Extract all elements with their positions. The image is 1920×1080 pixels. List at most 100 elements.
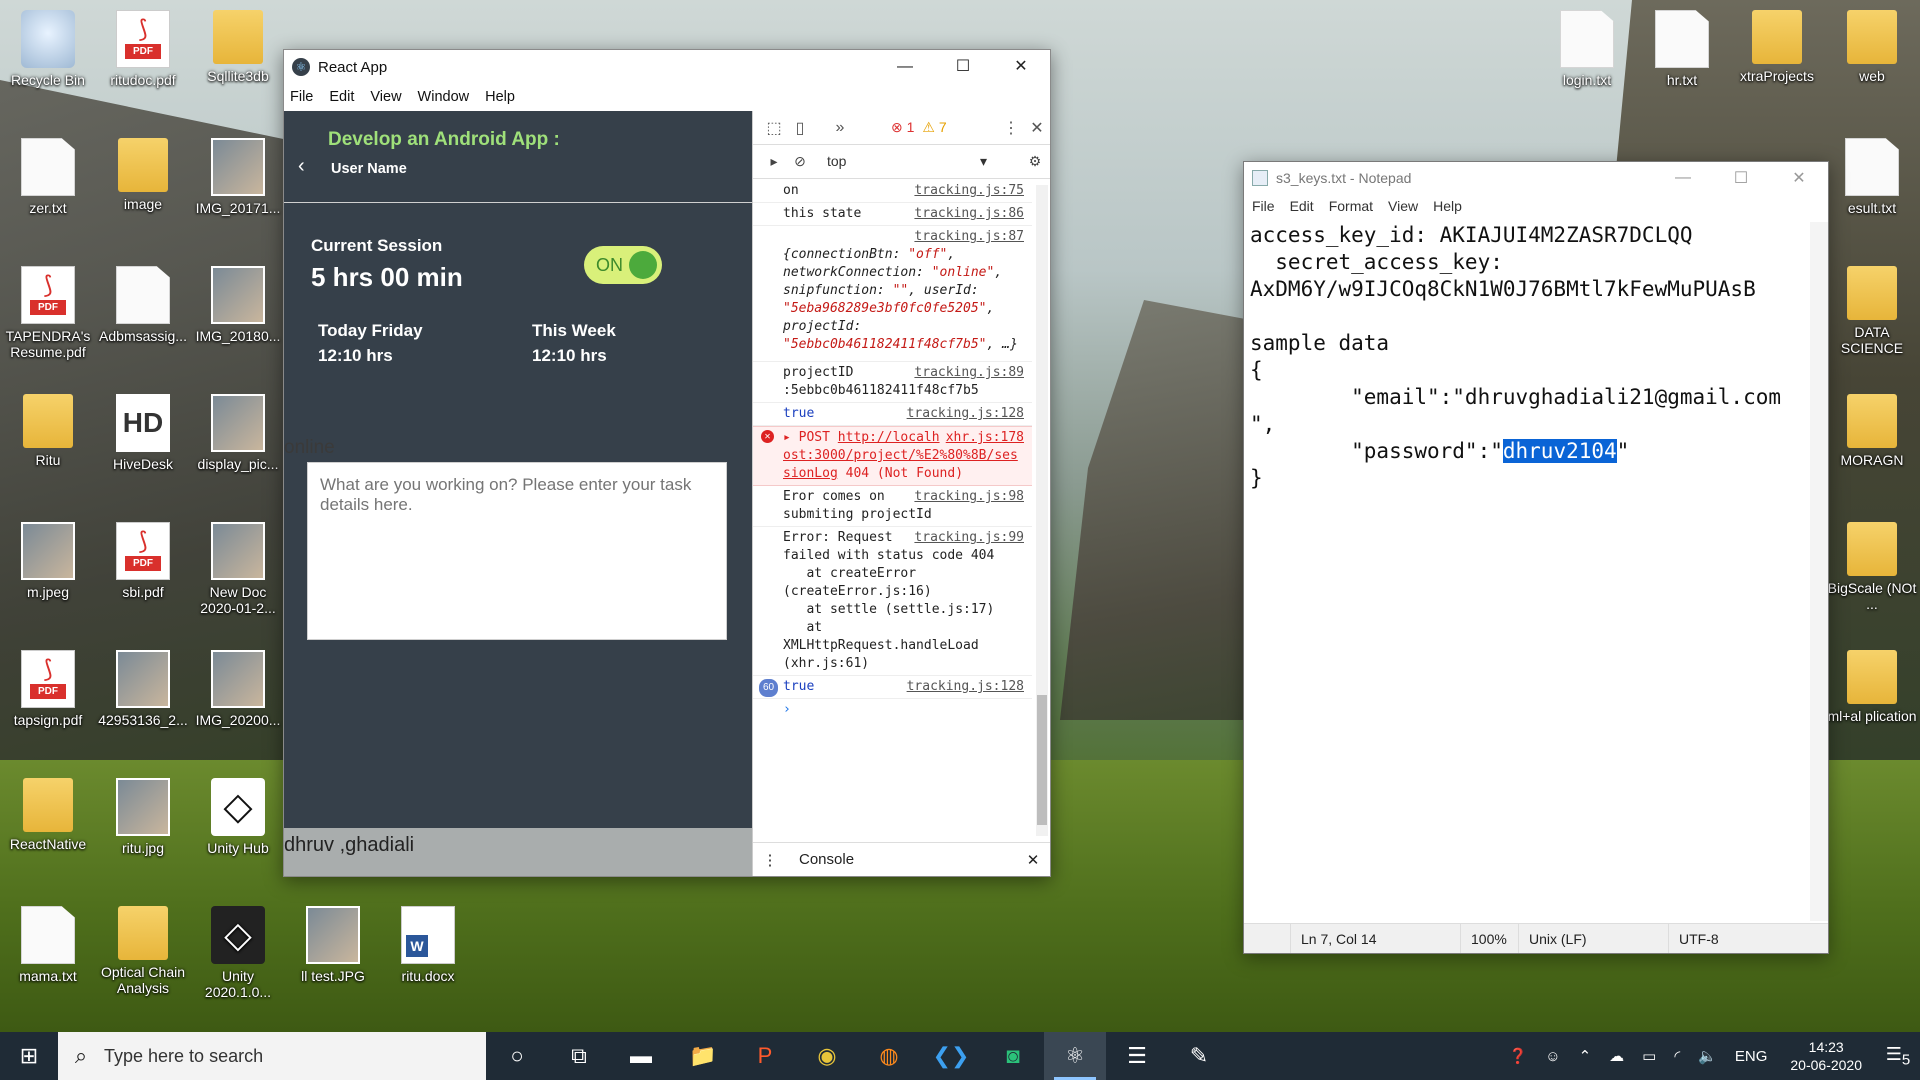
menu-help[interactable]: Help <box>485 89 515 105</box>
tracking-toggle[interactable]: ON <box>584 246 662 284</box>
sidebar-toggle-icon[interactable]: ▸ <box>761 153 787 170</box>
log-source-link[interactable]: tracking.js:89 <box>914 364 1024 382</box>
menu-format[interactable]: Format <box>1329 198 1373 214</box>
desktop-icon[interactable]: web <box>1826 10 1918 84</box>
desktop-icon[interactable]: IMG_20171... <box>192 138 284 216</box>
log-source-link[interactable]: tracking.js:99 <box>914 529 1024 547</box>
desktop-icon[interactable]: login.txt <box>1541 10 1633 88</box>
log-entry-object[interactable]: tracking.js:87 {connectionBtn: "off", ne… <box>753 226 1032 362</box>
device-toolbar-icon[interactable]: ▯ <box>787 118 813 138</box>
desktop-icon[interactable]: m.jpeg <box>2 522 94 600</box>
stack-frame[interactable]: at XMLHttpRequest.handleLoad (xhr.js:61) <box>783 620 979 671</box>
desktop-icon[interactable]: BigScale (NOt ... <box>1826 522 1918 612</box>
notepad-window[interactable]: s3_keys.txt - Notepad — ☐ ✕ File Edit Fo… <box>1243 161 1829 954</box>
desktop-icon[interactable]: ritu.jpg <box>97 778 189 856</box>
desktop-icon[interactable]: IMG_20200... <box>192 650 284 728</box>
desktop-icon[interactable]: IMG_20180... <box>192 266 284 344</box>
task-details-input[interactable] <box>307 462 727 640</box>
desktop-icon[interactable]: ml+al plication <box>1826 650 1918 724</box>
electron-react-app-icon[interactable]: ⚛ <box>1044 1032 1106 1080</box>
desktop-icon[interactable]: ritudoc.pdf <box>97 10 189 88</box>
scrollbar-thumb[interactable] <box>1037 695 1047 825</box>
menu-view[interactable]: View <box>370 89 401 105</box>
more-tabs-icon[interactable]: » <box>827 119 853 137</box>
desktop-icon[interactable]: ll test.JPG <box>287 906 379 984</box>
menu-view[interactable]: View <box>1388 198 1418 214</box>
desktop-icon[interactable]: Ritu <box>2 394 94 468</box>
minimize-button[interactable]: — <box>876 50 934 84</box>
drawer-close-icon[interactable]: ✕ <box>1016 851 1050 869</box>
cortana-icon[interactable]: ○ <box>486 1032 548 1080</box>
desktop-icon[interactable]: MORAGN <box>1826 394 1918 468</box>
menu-help[interactable]: Help <box>1433 198 1462 214</box>
language-indicator[interactable]: ENG <box>1735 1048 1768 1065</box>
database-icon[interactable]: ☰ <box>1106 1032 1168 1080</box>
maximize-button[interactable]: ☐ <box>1712 168 1770 188</box>
desktop-icon[interactable]: Optical Chain Analysis <box>97 906 189 996</box>
desktop-icon[interactable]: Adbmsassig... <box>97 266 189 344</box>
error-count-badge[interactable]: ⊗ 1 <box>891 119 914 136</box>
chrome-icon[interactable]: ◉ <box>796 1032 858 1080</box>
desktop-icon[interactable]: sbi.pdf <box>97 522 189 600</box>
log-source-link[interactable]: tracking.js:86 <box>914 205 1024 223</box>
inspect-element-icon[interactable]: ⬚ <box>761 118 787 138</box>
action-center-icon[interactable]: ☰5 <box>1876 1044 1920 1069</box>
desktop-icon[interactable]: image <box>97 138 189 212</box>
log-source-link[interactable]: tracking.js:87 <box>914 228 1024 246</box>
desktop-icon[interactable]: Unity Hub <box>192 778 284 856</box>
desktop-icon[interactable]: xtraProjects <box>1731 10 1823 84</box>
desktop-icon[interactable]: Unity 2020.1.0... <box>192 906 284 1000</box>
menu-edit[interactable]: Edit <box>329 89 354 105</box>
taskbar-search[interactable]: ⌕ Type here to search <box>58 1032 486 1080</box>
file-explorer-icon[interactable]: 📁 <box>672 1032 734 1080</box>
terminal-icon[interactable]: ▬ <box>610 1032 672 1080</box>
clear-console-icon[interactable]: ⊘ <box>787 153 813 170</box>
notepad-text-area[interactable]: access_key_id: AKIAJUI4M2ZASR7DCLQQ secr… <box>1250 222 1806 921</box>
console-settings-gear-icon[interactable]: ⚙ <box>1020 153 1050 170</box>
desktop-icon[interactable]: HiveDesk <box>97 394 189 472</box>
firefox-icon[interactable]: ◍ <box>858 1032 920 1080</box>
minimize-button[interactable]: — <box>1654 169 1712 187</box>
tab-console[interactable]: Console <box>787 851 866 868</box>
desktop-icon[interactable]: ritu.docx <box>382 906 474 984</box>
stack-frame[interactable]: at createError (createError.js:16) <box>783 566 932 599</box>
desktop-icon[interactable]: hr.txt <box>1636 10 1728 88</box>
warning-count-badge[interactable]: ⚠ 7 <box>922 119 946 136</box>
notepad-titlebar[interactable]: s3_keys.txt - Notepad — ☐ ✕ <box>1244 162 1828 194</box>
desktop-icon[interactable]: Recycle Bin <box>2 10 94 88</box>
desktop-icon[interactable]: ReactNative <box>2 778 94 852</box>
battery-icon[interactable]: ▭ <box>1642 1047 1656 1065</box>
console-log[interactable]: tracking.js:75 on tracking.js:86 this st… <box>753 180 1032 842</box>
people-icon[interactable]: ☺ <box>1545 1048 1560 1065</box>
menu-edit[interactable]: Edit <box>1290 198 1314 214</box>
desktop-icon[interactable]: esult.txt <box>1826 138 1918 216</box>
wifi-icon[interactable]: ◜ <box>1674 1047 1680 1065</box>
context-selector[interactable]: top ▾ <box>827 153 987 170</box>
upwork-icon[interactable]: ◙ <box>982 1032 1044 1080</box>
desktop-icon[interactable]: tapsign.pdf <box>2 650 94 728</box>
maximize-button[interactable]: ☐ <box>934 50 992 84</box>
devtools-menu-icon[interactable]: ⋮ <box>998 118 1024 138</box>
menu-file[interactable]: File <box>1252 198 1275 214</box>
task-view-icon[interactable]: ⧉ <box>548 1032 610 1080</box>
menu-file[interactable]: File <box>290 89 313 105</box>
menu-window[interactable]: Window <box>418 89 470 105</box>
desktop-icon[interactable]: TAPENDRA's Resume.pdf <box>2 266 94 360</box>
desktop-icon[interactable]: mama.txt <box>2 906 94 984</box>
log-source-link[interactable]: tracking.js:128 <box>907 405 1024 423</box>
close-button[interactable]: ✕ <box>992 50 1050 84</box>
desktop-icon[interactable]: New Doc 2020-01-2... <box>192 522 284 616</box>
desktop-icon[interactable]: DATA SCIENCE <box>1826 266 1918 356</box>
desktop-icon[interactable]: 42953136_2... <box>97 650 189 728</box>
clock[interactable]: 14:23 20-06-2020 <box>1790 1038 1862 1074</box>
onedrive-icon[interactable]: ☁ <box>1609 1047 1624 1065</box>
start-windows-icon[interactable]: ⊞ <box>0 1032 58 1080</box>
volume-icon[interactable]: 🔈 <box>1698 1047 1717 1065</box>
react-app-window[interactable]: ⚛ React App — ☐ ✕ File Edit View Window … <box>283 49 1051 877</box>
react-window-titlebar[interactable]: ⚛ React App — ☐ ✕ <box>284 50 1050 84</box>
console-scrollbar[interactable] <box>1036 185 1048 836</box>
vscode-icon[interactable]: ❮❯ <box>920 1032 982 1080</box>
app-p-icon[interactable]: P <box>734 1032 796 1080</box>
log-entry-error[interactable]: ✕ xhr.js:178 ▸ POST http://localhost:300… <box>753 426 1032 486</box>
log-source-link[interactable]: xhr.js:178 <box>946 429 1024 447</box>
